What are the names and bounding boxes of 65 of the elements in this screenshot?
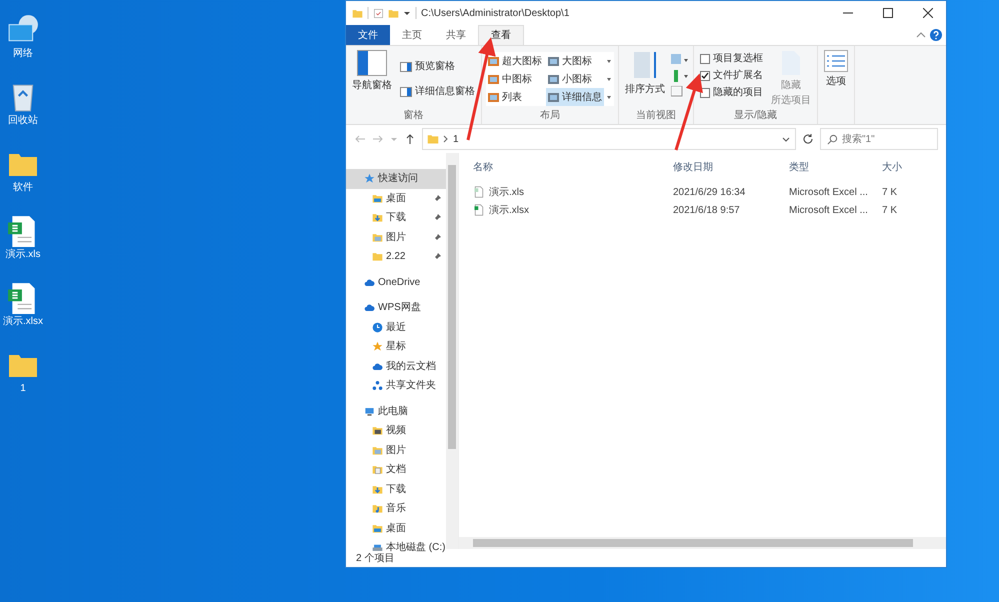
desktop-icon-label[interactable]: 演示.xls — [6, 247, 40, 262]
desktop-icon-label[interactable]: 1 — [20, 381, 26, 396]
nav-item[interactable]: 共享文件夹 — [346, 376, 446, 396]
file-menu-button[interactable]: 文件 — [346, 25, 390, 45]
ribbon-tab[interactable]: 共享 — [434, 25, 478, 45]
file-row[interactable]: 演示.xls 2021/6/29 16:34 Microsoft Excel ... 7 K — [459, 183, 946, 201]
search-field[interactable]: 搜索"1" — [820, 128, 938, 150]
nav-item[interactable]: 图片 — [346, 228, 446, 247]
table-cell-text: 7 K — [881, 204, 898, 218]
pane-toggle-button[interactable]: 预览窗格 — [398, 58, 477, 75]
group-label: 布局 — [539, 109, 561, 123]
address-bar[interactable]: 1 — [422, 128, 796, 150]
ribbon-tab[interactable]: 查看 — [478, 25, 524, 45]
file-row[interactable]: 演示.xlsx 2021/6/18 9:57 Microsoft Excel ... 7 K — [459, 201, 946, 219]
table-cell-text: 2021/6/29 16:34 — [672, 186, 746, 200]
column-header[interactable]: 修改日期 — [669, 160, 785, 174]
nav-item[interactable]: OneDrive — [346, 272, 446, 292]
navigation-pane-button[interactable]: 导航窗格 — [350, 50, 394, 108]
nav-item[interactable]: 2.22 — [346, 247, 446, 266]
table-cell-text: 7 K — [881, 186, 898, 200]
window-title: C:\Users\Administrator\Desktop\1 — [421, 6, 570, 20]
nav-item[interactable]: 音乐 — [346, 499, 446, 518]
file-name: 演示.xls — [489, 186, 524, 200]
ribbon-tab[interactable]: 主页 — [390, 25, 434, 45]
nav-item[interactable]: 视频 — [346, 421, 446, 440]
breadcrumb[interactable]: 1 — [453, 132, 459, 146]
checkbox-option[interactable]: 文件扩展名 — [698, 67, 765, 84]
desktop-icon-label[interactable]: 软件 — [13, 180, 33, 195]
group-label: 显示/隐藏 — [733, 108, 778, 123]
nav-item[interactable]: 桌面 — [346, 518, 446, 538]
table-cell-text: 2021/6/18 9:57 — [672, 204, 741, 218]
nav-item[interactable]: 此电脑 — [346, 402, 446, 421]
sort-button[interactable]: 排序方式 — [623, 50, 667, 108]
nav-item[interactable]: 图片 — [346, 440, 446, 460]
nav-item[interactable]: 下载 — [346, 480, 446, 499]
column-header[interactable]: 名称 — [459, 160, 669, 174]
options-button[interactable]: 选项 — [822, 50, 850, 108]
column-header[interactable]: 大小 — [878, 160, 938, 174]
nav-item[interactable]: 我的云文档 — [346, 356, 446, 376]
nav-item[interactable]: 桌面 — [346, 188, 446, 208]
layout-option[interactable]: 超大图标 — [486, 52, 544, 70]
checkbox-option[interactable]: 隐藏的项目 — [698, 84, 765, 101]
layout-option[interactable]: 中图标 — [486, 70, 544, 88]
nav-item[interactable]: 下载 — [346, 208, 446, 228]
column-header[interactable]: 类型 — [785, 160, 878, 174]
checkbox-option[interactable]: 项目复选框 — [698, 50, 765, 67]
pane-toggle-button[interactable]: 详细信息窗格 — [398, 83, 477, 100]
layout-option[interactable]: 列表 — [486, 88, 544, 106]
table-cell-text: Microsoft Excel ... — [788, 204, 869, 218]
layout-option[interactable]: 小图标 — [546, 70, 604, 88]
layout-option[interactable]: 详细信息 — [546, 88, 604, 106]
nav-item[interactable]: 最近 — [346, 318, 446, 337]
table-cell-text: Microsoft Excel ... — [788, 186, 869, 200]
nav-item[interactable]: WPS网盘 — [346, 298, 446, 318]
desktop-icon-label[interactable]: 回收站 — [8, 113, 38, 128]
nav-item[interactable]: 星标 — [346, 337, 446, 356]
group-label: 当前视图 — [635, 108, 677, 123]
file-name: 演示.xlsx — [489, 204, 529, 218]
layout-option[interactable]: 大图标 — [546, 52, 604, 70]
group-label: 窗格 — [402, 108, 424, 123]
status-text: 2 个项目 — [356, 552, 394, 566]
nav-item[interactable]: 文档 — [346, 460, 446, 480]
desktop-icon-label[interactable]: 网络 — [13, 46, 33, 61]
nav-item[interactable]: 快速访问 — [346, 169, 446, 188]
desktop-icon-label[interactable]: 演示.xlsx — [3, 314, 43, 329]
